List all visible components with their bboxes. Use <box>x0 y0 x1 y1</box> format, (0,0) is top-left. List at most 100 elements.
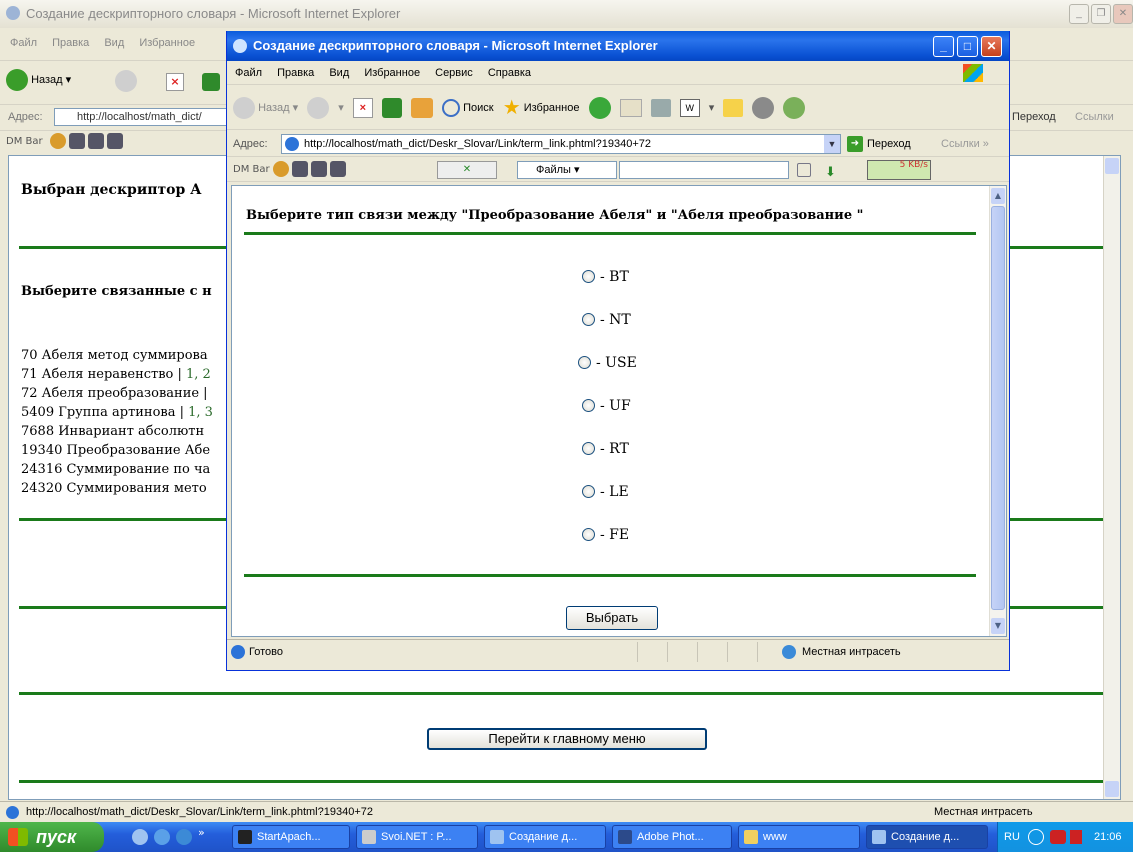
list-item-link[interactable]: 1, 2 <box>186 367 211 382</box>
chevron-icon[interactable]: » <box>198 826 205 839</box>
home-icon[interactable] <box>411 98 434 119</box>
popup-vertical-scrollbar[interactable]: ▲ ▼ <box>989 186 1006 636</box>
bg-go-button[interactable]: Переход <box>1012 105 1056 129</box>
back-arrow-icon <box>6 69 28 92</box>
scroll-down-icon[interactable] <box>1105 781 1119 797</box>
menu-edit[interactable]: Правка <box>52 37 89 49</box>
bg-window-title: Создание дескрипторного словаря - Micros… <box>26 6 401 21</box>
dm-icon[interactable] <box>49 133 66 149</box>
links-button[interactable]: Ссылки » <box>941 131 989 157</box>
option-le[interactable]: - LE <box>582 483 629 501</box>
maximize-button[interactable]: □ <box>957 36 978 57</box>
close-button[interactable]: ✕ <box>1113 4 1133 24</box>
favorites-button[interactable]: ★ Избранное <box>503 97 583 119</box>
messenger-icon[interactable] <box>783 97 806 120</box>
home-icon[interactable] <box>330 161 347 177</box>
mail-icon[interactable] <box>619 99 642 118</box>
download-icon[interactable] <box>311 161 328 177</box>
option-fe[interactable]: - FE <box>582 526 629 544</box>
language-indicator[interactable]: RU <box>1004 822 1020 852</box>
desktop-icon[interactable] <box>132 829 148 845</box>
download-icon[interactable] <box>88 133 105 149</box>
ie-quicklaunch-icon[interactable] <box>176 829 192 845</box>
menu-file[interactable]: Файл <box>10 37 37 49</box>
search-button[interactable]: Поиск <box>442 99 497 118</box>
bg-back-button[interactable]: Назад ▾ <box>6 69 71 92</box>
research-icon[interactable] <box>752 97 775 120</box>
option-uf[interactable]: - UF <box>582 397 631 415</box>
dm-download-arrow-icon[interactable]: ⬇ <box>825 161 836 185</box>
scroll-thumb[interactable] <box>991 206 1005 610</box>
dm-search-input[interactable] <box>619 161 789 179</box>
bg-title-bar[interactable]: Создание дескрипторного словаря - Micros… <box>0 0 1133 28</box>
task-startapache[interactable]: StartApach... <box>232 825 350 849</box>
start-button[interactable]: пуск <box>0 822 104 852</box>
refresh-icon[interactable] <box>381 98 402 119</box>
radio-icon[interactable] <box>582 484 595 498</box>
tray-arrow-icon[interactable] <box>1028 829 1044 845</box>
address-value: http://localhost/math_dict/Deskr_Slovar/… <box>304 138 651 150</box>
option-rt[interactable]: - RT <box>582 440 629 458</box>
radio-icon[interactable] <box>582 441 595 455</box>
restore-button[interactable]: ❐ <box>1091 4 1111 24</box>
divider <box>244 574 976 577</box>
task-www-folder[interactable]: www <box>738 825 860 849</box>
choose-button[interactable]: Выбрать <box>566 606 658 630</box>
forward-arrow-icon[interactable] <box>115 70 137 92</box>
bg-links-button[interactable]: Ссылки <box>1075 105 1114 129</box>
radio-icon[interactable] <box>582 269 595 283</box>
list-item-link[interactable]: 1, 3 <box>188 405 213 420</box>
scroll-down-icon[interactable]: ▼ <box>991 618 1005 634</box>
notes-icon[interactable] <box>723 99 744 118</box>
task-svoi-net[interactable]: Svoi.NET : P... <box>356 825 478 849</box>
close-button[interactable]: ✕ <box>981 36 1002 57</box>
refresh-icon[interactable] <box>202 73 220 91</box>
files-dropdown[interactable]: Файлы ▾ <box>517 161 617 179</box>
option-use[interactable]: - USE <box>578 354 637 372</box>
bg-address-input[interactable]: http://localhost/math_dict/ <box>54 108 234 126</box>
add-icon[interactable] <box>291 161 308 177</box>
option-bt[interactable]: - BT <box>582 268 629 286</box>
minimize-button[interactable]: _ <box>933 36 954 57</box>
task-photoshop[interactable]: Adobe Phot... <box>612 825 732 849</box>
history-icon[interactable] <box>588 97 611 120</box>
dm-icon[interactable] <box>272 161 289 177</box>
address-dropdown-icon[interactable]: ▼ <box>824 135 840 153</box>
dm-search-icon[interactable] <box>797 163 811 177</box>
menu-edit[interactable]: Правка <box>277 67 314 79</box>
menu-tools[interactable]: Сервис <box>435 67 473 79</box>
back-button[interactable]: Назад ▾ <box>233 97 301 120</box>
address-input[interactable]: http://localhost/math_dict/Deskr_Slovar/… <box>281 134 841 154</box>
menu-view[interactable]: Вид <box>329 67 349 79</box>
radio-icon[interactable] <box>582 527 595 541</box>
media-icon[interactable] <box>154 829 170 845</box>
add-icon[interactable] <box>68 133 85 149</box>
task-ie-1[interactable]: Создание д... <box>484 825 606 849</box>
option-nt[interactable]: - NT <box>582 311 631 329</box>
minimize-button[interactable]: _ <box>1069 4 1089 24</box>
radio-icon[interactable] <box>582 312 595 326</box>
radio-icon[interactable] <box>578 355 591 369</box>
k-icon[interactable] <box>1070 830 1082 844</box>
scroll-up-icon[interactable]: ▲ <box>991 188 1005 204</box>
print-icon[interactable] <box>650 99 671 118</box>
bg-vertical-scrollbar[interactable] <box>1103 156 1120 799</box>
forward-arrow-icon[interactable] <box>307 97 330 120</box>
home-icon[interactable] <box>107 133 124 149</box>
stop-icon[interactable]: × <box>352 98 373 119</box>
antivirus-icon[interactable] <box>1050 830 1066 844</box>
main-menu-button[interactable]: Перейти к главному меню <box>427 728 707 750</box>
scroll-up-icon[interactable] <box>1105 158 1119 174</box>
word-icon[interactable]: W <box>679 99 700 118</box>
menu-help[interactable]: Справка <box>488 67 531 79</box>
task-ie-active[interactable]: Создание д... <box>866 825 988 849</box>
menu-favorites[interactable]: Избранное <box>364 67 420 79</box>
menu-favorites[interactable]: Избранное <box>139 37 195 49</box>
menu-view[interactable]: Вид <box>104 37 124 49</box>
cancel-download-icon[interactable]: ✕ <box>437 161 497 179</box>
popup-title-bar[interactable]: Создание дескрипторного словаря - Micros… <box>227 31 1009 61</box>
go-button[interactable]: ➜ Переход <box>847 131 911 157</box>
radio-icon[interactable] <box>582 398 595 412</box>
stop-icon[interactable]: × <box>166 73 184 91</box>
menu-file[interactable]: Файл <box>235 67 262 79</box>
